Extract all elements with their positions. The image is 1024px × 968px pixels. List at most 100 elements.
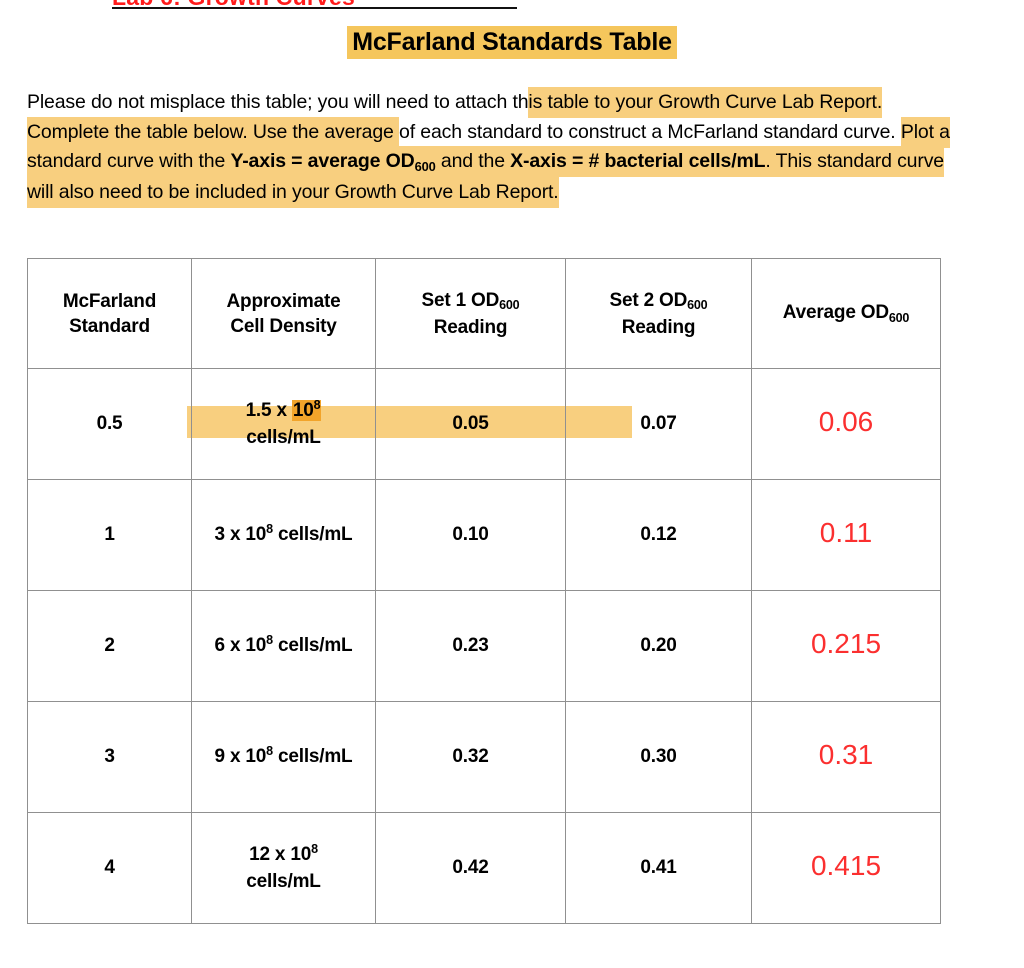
value-set2: 0.07 (640, 413, 677, 434)
value-standard: 1 (104, 524, 115, 545)
value-standard: 2 (104, 635, 115, 656)
header-set1-od600-reading: Set 1 OD600 Reading (375, 258, 566, 369)
table-row: 3 9 x 108 cells/mL 0.32 0.30 0.31 (27, 701, 941, 813)
density-exp-base: 10 (245, 745, 267, 767)
cell-set1: 0.42 (375, 812, 566, 924)
od-subscript: 600 (499, 298, 520, 312)
value-set2: 0.30 (640, 746, 677, 767)
value-set2: 0.41 (640, 857, 677, 878)
value-set2: 0.12 (640, 524, 677, 545)
cell-set1: 0.32 (375, 701, 566, 813)
cell-cell-density: 1.5 x 108 cells/mL (191, 368, 376, 480)
cell-cell-density: 9 x 108 cells/mL (191, 701, 376, 813)
cell-cell-density: 12 x 108 cells/mL (191, 812, 376, 924)
cutoff-heading-rule (112, 7, 517, 9)
header-line2: Standard (69, 315, 150, 337)
density-mantissa: 9 x (214, 745, 246, 767)
header-line1: Approximate (226, 290, 341, 312)
header-line1: Set 1 OD (421, 289, 500, 311)
density-exp: 8 (313, 398, 321, 413)
od-subscript: 600 (888, 310, 910, 325)
value-standard: 4 (104, 857, 115, 878)
cutoff-heading-strip: Lab 6: Growth Curves (0, 0, 1024, 12)
cell-set2: 0.07 (565, 368, 752, 480)
od-subscript-y: 600 (414, 158, 436, 174)
density-exp-base: 10 (292, 399, 314, 421)
cell-standard: 0.5 (27, 368, 192, 480)
density-exp: 8 (311, 842, 318, 857)
density-exp-base: 10 (245, 634, 267, 656)
density-unit: cells/mL (272, 523, 353, 545)
cell-cell-density: 6 x 108 cells/mL (191, 590, 376, 702)
page-title: McFarland Standards Table (0, 26, 1024, 59)
cell-set2: 0.30 (565, 701, 752, 813)
cell-average: 0.31 (751, 701, 941, 813)
mcfarland-standards-table-wrap: McFarland Standard Approximate Cell Densit… (27, 258, 941, 924)
mcfarland-standards-table: McFarland Standard Approximate Cell Densit… (27, 258, 941, 924)
table-header-row: McFarland Standard Approximate Cell Densit… (27, 258, 941, 369)
cell-average: 0.215 (751, 590, 941, 702)
cutoff-heading-text: Lab 6: Growth Curves (112, 0, 355, 12)
density-exp-base: 10 (245, 523, 267, 545)
cell-set1: 0.05 (375, 368, 566, 480)
density-exp: 8 (266, 522, 273, 537)
density-exp: 8 (266, 633, 273, 648)
cell-average: 0.06 (751, 368, 941, 480)
value-set1: 0.23 (452, 635, 489, 656)
table-row: 0.5 1.5 x 108 cells/mL 0.05 0.07 0.06 (27, 368, 941, 480)
header-approximate-cell-density: Approximate Cell Density (191, 258, 376, 369)
od-subscript: 600 (687, 298, 708, 312)
density-mantissa: 6 x (214, 634, 246, 656)
cell-standard: 1 (27, 479, 192, 591)
cell-average: 0.11 (751, 479, 941, 591)
cell-set1: 0.10 (375, 479, 566, 591)
cell-standard: 4 (27, 812, 192, 924)
value-set1: 0.05 (452, 413, 489, 434)
value-average: 0.06 (818, 406, 874, 437)
density-exponent-highlight: 108 (291, 398, 322, 421)
cell-cell-density: 3 x 108 cells/mL (191, 479, 376, 591)
density-exp: 8 (266, 744, 273, 759)
value-standard: 3 (104, 746, 115, 767)
value-average: 0.31 (818, 739, 874, 770)
density-mantissa: 12 x (249, 843, 291, 865)
value-average: 0.11 (819, 517, 873, 548)
density-unit: cells/mL (272, 745, 353, 767)
header-mcfarland-standard: McFarland Standard (27, 258, 192, 369)
intro-seg-0: Please do not misplace this table; you w… (27, 91, 529, 113)
header-set2-od600-reading: Set 2 OD600 Reading (565, 258, 752, 369)
header-line2: Cell Density (230, 315, 337, 337)
density-exp-base: 10 (290, 843, 312, 865)
header-average-od600: Average OD600 (751, 258, 941, 369)
density-unit: cells/mL (246, 426, 321, 448)
cell-standard: 3 (27, 701, 192, 813)
header-line1: Set 2 OD (609, 289, 688, 311)
density-mantissa: 3 x (214, 523, 246, 545)
intro-seg-2: of each standard to construct a McFarlan… (399, 120, 901, 143)
value-set1: 0.42 (452, 857, 489, 878)
page-title-text: McFarland Standards Table (347, 26, 677, 59)
value-set2: 0.20 (640, 635, 677, 656)
density-unit: cells/mL (272, 634, 353, 656)
cell-average: 0.415 (751, 812, 941, 924)
cell-set1: 0.23 (375, 590, 566, 702)
header-line2: Reading (621, 316, 696, 338)
table-row: 4 12 x 108 cells/mL 0.42 0.41 0.415 (27, 812, 941, 924)
value-standard: 0.5 (96, 413, 123, 434)
intro-paragraph: Please do not misplace this table; you w… (27, 87, 957, 208)
density-unit: cells/mL (246, 870, 321, 892)
intro-seg-6: X-axis = # bacterial cells/mL (510, 146, 766, 177)
cell-set2: 0.20 (565, 590, 752, 702)
intro-seg-4: Y-axis = average OD600 (230, 146, 436, 177)
value-set1: 0.32 (452, 746, 489, 767)
cell-set2: 0.12 (565, 479, 752, 591)
intro-seg-5: and the (435, 146, 511, 177)
table-row: 1 3 x 108 cells/mL 0.10 0.12 0.11 (27, 479, 941, 591)
header-line1: Average OD (782, 302, 889, 323)
value-average: 0.415 (810, 850, 882, 881)
value-set1: 0.10 (452, 524, 489, 545)
cell-set2: 0.41 (565, 812, 752, 924)
cell-standard: 2 (27, 590, 192, 702)
table-row: 2 6 x 108 cells/mL 0.23 0.20 0.215 (27, 590, 941, 702)
header-line1: McFarland (62, 290, 157, 312)
